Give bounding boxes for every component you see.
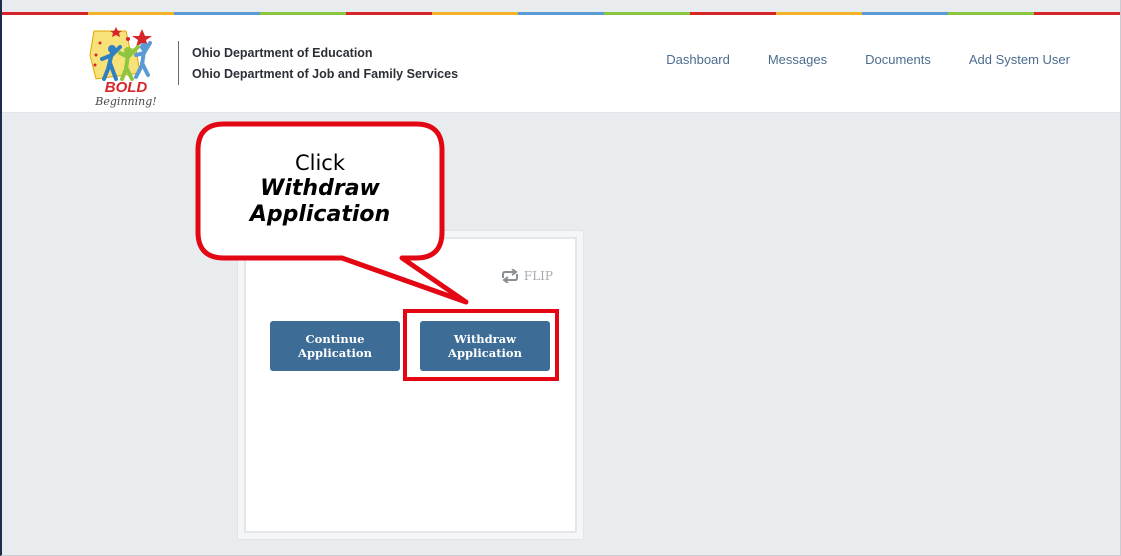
logo-subtitle: Beginning! <box>95 95 157 108</box>
bold-beginning-logo: BOLD Beginning! <box>86 25 166 117</box>
stripe-segment <box>948 12 1034 15</box>
nav-documents[interactable]: Documents <box>865 52 931 67</box>
stripe-segment <box>518 12 604 15</box>
logo-figures-icon <box>89 27 152 81</box>
org-names: Ohio Department of Education Ohio Depart… <box>192 43 458 85</box>
flip-label: FLIP <box>523 269 553 283</box>
org-line-jfs: Ohio Department of Job and Family Servic… <box>192 67 459 81</box>
top-nav: Dashboard Messages Documents Add System … <box>666 52 1070 67</box>
callout-line-withdraw: Withdraw <box>260 176 380 201</box>
header-divider <box>178 41 179 85</box>
stripe-segment <box>88 12 174 15</box>
withdraw-highlight-box <box>403 309 559 381</box>
flip-icon <box>501 269 518 283</box>
browser-frame: BOLD Beginning! Ohio Department of Educa… <box>0 0 1121 556</box>
nav-dashboard[interactable]: Dashboard <box>666 52 730 67</box>
logo-title: BOLD <box>104 79 148 96</box>
nav-messages[interactable]: Messages <box>768 52 827 67</box>
callout-line-application: Application <box>249 202 391 227</box>
stripe-segment <box>690 12 776 15</box>
stripe-segment <box>776 12 862 15</box>
stripe-segment <box>604 12 690 15</box>
stripe-segment <box>346 12 432 15</box>
color-stripe <box>2 12 1120 15</box>
stripe-segment <box>432 12 518 15</box>
nav-add-system-user[interactable]: Add System User <box>969 52 1070 67</box>
flip-toggle[interactable]: FLIP <box>500 269 553 283</box>
application-card: FLIP Continue Application Withdraw Appli… <box>237 230 584 540</box>
continue-application-button[interactable]: Continue Application <box>270 321 400 371</box>
stripe-segment <box>1034 12 1120 15</box>
stripe-segment <box>260 12 346 15</box>
site-header: BOLD Beginning! Ohio Department of Educa… <box>2 15 1120 113</box>
stripe-segment <box>862 12 948 15</box>
callout-text: Click Withdraw Application <box>198 150 442 228</box>
application-card-inner: FLIP Continue Application Withdraw Appli… <box>244 237 577 533</box>
org-line-education: Ohio Department of Education <box>192 46 373 60</box>
stripe-segment <box>174 12 260 15</box>
stripe-segment <box>2 12 88 15</box>
callout-line-click: Click <box>294 151 346 175</box>
